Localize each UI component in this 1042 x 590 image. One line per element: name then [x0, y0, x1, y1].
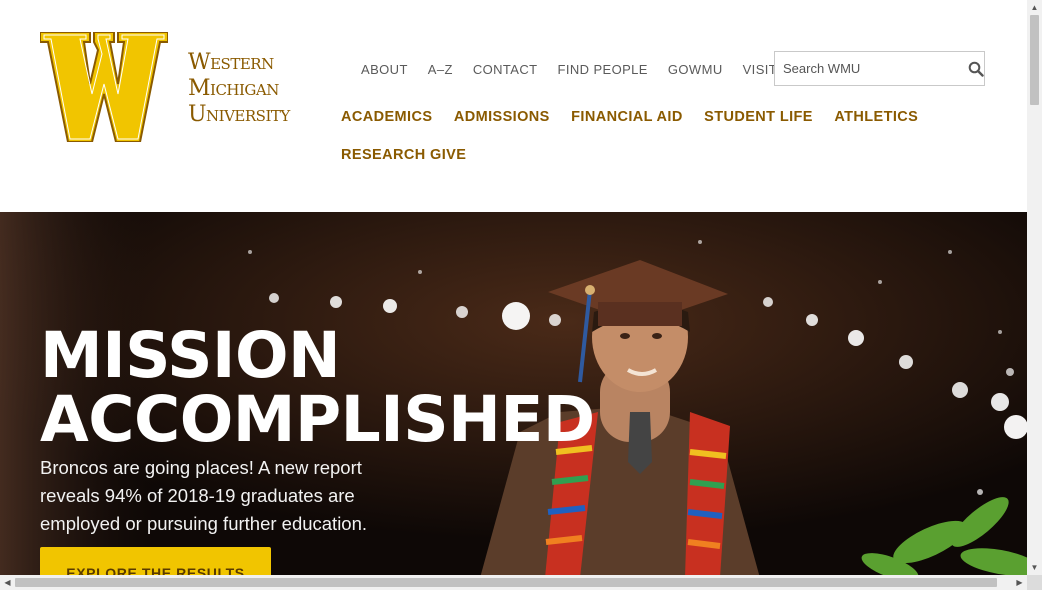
utility-link-a-z[interactable]: A–Z: [428, 62, 453, 77]
horizontal-scrollbar[interactable]: ◀ ▶: [0, 575, 1027, 590]
explore-results-button[interactable]: EXPLORE THE RESULTS: [40, 547, 271, 578]
utility-link-visit[interactable]: VISIT: [743, 62, 778, 77]
main-nav-financial-aid[interactable]: FINANCIAL AID: [571, 108, 683, 146]
search-input[interactable]: [775, 53, 967, 84]
wordmark-line: Western: [188, 50, 274, 75]
scroll-down-arrow-icon[interactable]: ▼: [1027, 560, 1042, 575]
scroll-right-arrow-icon[interactable]: ▶: [1012, 575, 1027, 590]
main-nav-research[interactable]: RESEARCH: [341, 146, 426, 184]
utility-link-find-people[interactable]: FIND PEOPLE: [558, 62, 648, 77]
horizontal-scroll-thumb[interactable]: [15, 578, 997, 587]
hero-title-line: MISSION: [40, 319, 341, 392]
main-nav-athletics[interactable]: ATHLETICS: [834, 108, 918, 146]
wordmark-line: University: [188, 102, 290, 127]
hero-description: Broncos are going places! A new report r…: [40, 457, 368, 534]
wmu-logo-link[interactable]: Western Michigan University: [40, 32, 320, 144]
page: Western Michigan University ABOUT A–Z CO…: [0, 0, 1042, 590]
scroll-up-arrow-icon[interactable]: ▲: [1027, 0, 1042, 15]
search-button[interactable]: [967, 52, 984, 85]
utility-link-contact[interactable]: CONTACT: [473, 62, 538, 77]
main-nav-academics[interactable]: ACADEMICS: [341, 108, 432, 146]
main-nav-student-life[interactable]: STUDENT LIFE: [704, 108, 813, 146]
hero-title: MISSION ACCOMPLISHED: [40, 324, 595, 452]
wmu-w-logo-icon: [40, 32, 168, 142]
utility-link-about[interactable]: ABOUT: [361, 62, 408, 77]
university-wordmark: Western Michigan University: [188, 50, 290, 128]
main-nav: ACADEMICS ADMISSIONS FINANCIAL AID STUDE…: [341, 108, 1001, 184]
scroll-left-arrow-icon[interactable]: ◀: [0, 575, 15, 590]
search-box: [774, 51, 985, 86]
main-nav-admissions[interactable]: ADMISSIONS: [454, 108, 550, 146]
search-icon: [968, 61, 984, 77]
utility-nav: ABOUT A–Z CONTACT FIND PEOPLE GOWMU VISI…: [361, 62, 797, 77]
scrollbar-corner: [1027, 575, 1042, 590]
vertical-scroll-thumb[interactable]: [1030, 15, 1039, 105]
hero-banner: MISSION ACCOMPLISHED Broncos are going p…: [0, 212, 1027, 578]
utility-link-gowmu[interactable]: GOWMU: [668, 62, 723, 77]
main-nav-give[interactable]: GIVE: [430, 146, 466, 184]
hero-title-line: ACCOMPLISHED: [40, 383, 595, 456]
wordmark-line: Michigan: [188, 76, 279, 101]
vertical-scrollbar[interactable]: ▲ ▼: [1027, 0, 1042, 575]
site-header: Western Michigan University ABOUT A–Z CO…: [0, 0, 1027, 212]
